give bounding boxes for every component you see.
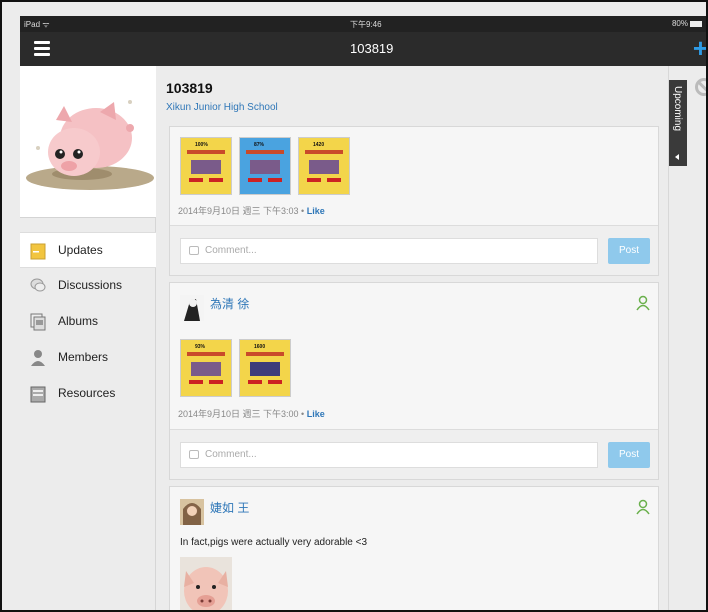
photo-thumbnail[interactable]: 100% [180, 137, 232, 195]
photo-thumbnail[interactable]: 93% [180, 339, 232, 397]
sidebar-item-albums[interactable]: Albums [20, 304, 156, 340]
resources-icon [30, 386, 46, 403]
nav-title: 103819 [350, 41, 394, 56]
feed: 103819 Xikun Junior High School 100% 87%… [156, 66, 668, 612]
sidebar-item-label: Members [58, 350, 109, 364]
sidebar-item-label: Updates [58, 243, 103, 257]
poster-avatar[interactable] [180, 499, 204, 525]
photo-thumbnail[interactable]: 1420 [298, 137, 350, 195]
member-icon[interactable] [636, 499, 650, 515]
comment-bar: Comment... Post [170, 225, 658, 275]
discussions-icon [30, 278, 46, 292]
comment-icon [189, 450, 199, 459]
upcoming-label: Upcoming [672, 86, 683, 132]
post-card: 為清 徐 93% 1600 2014年9月10日 週三 下午3:00 • Lik… [169, 282, 659, 480]
post-timestamp: 2014年9月10日 週三 下午3:00 • [178, 409, 307, 419]
poster-avatar[interactable] [180, 295, 204, 321]
post-timestamp: 2014年9月10日 週三 下午3:03 • [178, 206, 307, 216]
sidebar: Updates Discussions Albums Members Resou… [20, 66, 156, 610]
post-card: 婕如 王 In fact,pigs were actually very ado… [169, 486, 659, 612]
members-icon [31, 350, 45, 366]
battery-indicator: 80% [672, 19, 702, 28]
post-meta: 2014年9月10日 週三 下午3:03 • Like [178, 204, 325, 217]
add-icon[interactable]: + [693, 33, 706, 63]
pig-photo[interactable] [180, 557, 232, 612]
carrier-label: iPad ᯤ [24, 20, 50, 29]
poster-name[interactable]: 為清 徐 [210, 295, 249, 312]
nav-bar: 103819 + [20, 32, 706, 66]
clock: 下午9:46 [350, 20, 382, 29]
sidebar-item-label: Albums [58, 314, 99, 328]
comment-input[interactable]: Comment... [180, 238, 598, 264]
like-link[interactable]: Like [307, 206, 325, 216]
like-link[interactable]: Like [307, 409, 325, 419]
post-card: 100% 87% 1420 2014年9月10日 週三 下午3:03 • Lik… [169, 126, 659, 276]
poster-name[interactable]: 婕如 王 [210, 499, 249, 516]
comment-bar: Comment... Post [170, 429, 658, 479]
group-school-link[interactable]: Xikun Junior High School [166, 102, 278, 113]
sidebar-menu: Updates Discussions Albums Members Resou… [20, 232, 156, 412]
comment-placeholder: Comment... [205, 245, 257, 256]
photo-thumbnail[interactable]: 1600 [239, 339, 291, 397]
collapse-arrow-icon [675, 154, 679, 160]
post-text: In fact,pigs were actually very adorable… [180, 537, 368, 548]
hamburger-menu-icon[interactable] [34, 41, 50, 56]
sidebar-item-label: Discussions [58, 278, 123, 292]
comment-placeholder: Comment... [205, 449, 257, 460]
upcoming-tab[interactable]: Upcoming [669, 80, 687, 166]
status-bar: iPad ᯤ 下午9:46 80% [20, 16, 706, 32]
post-button[interactable]: Post [608, 238, 650, 264]
sidebar-item-updates[interactable]: Updates [20, 232, 156, 268]
member-icon[interactable] [636, 295, 650, 311]
updates-icon [30, 243, 46, 260]
comment-icon [189, 246, 199, 255]
group-title: 103819 [166, 80, 213, 96]
comment-input[interactable]: Comment... [180, 442, 598, 468]
sidebar-item-members[interactable]: Members [20, 340, 156, 376]
post-button[interactable]: Post [608, 442, 650, 468]
group-avatar[interactable] [20, 66, 156, 218]
photo-thumbnail[interactable]: 87% [239, 137, 291, 195]
right-panel: Upcoming [668, 66, 706, 610]
ipad-screen: iPad ᯤ 下午9:46 80% 103819 + Updates Discu… [0, 0, 708, 612]
sidebar-item-discussions[interactable]: Discussions [20, 268, 156, 304]
albums-icon [30, 313, 46, 331]
sidebar-item-resources[interactable]: Resources [20, 376, 156, 412]
no-entry-icon [695, 78, 706, 96]
pig-in-mud-illustration [26, 100, 154, 190]
post-meta: 2014年9月10日 週三 下午3:00 • Like [178, 407, 325, 420]
sidebar-item-label: Resources [58, 386, 116, 400]
